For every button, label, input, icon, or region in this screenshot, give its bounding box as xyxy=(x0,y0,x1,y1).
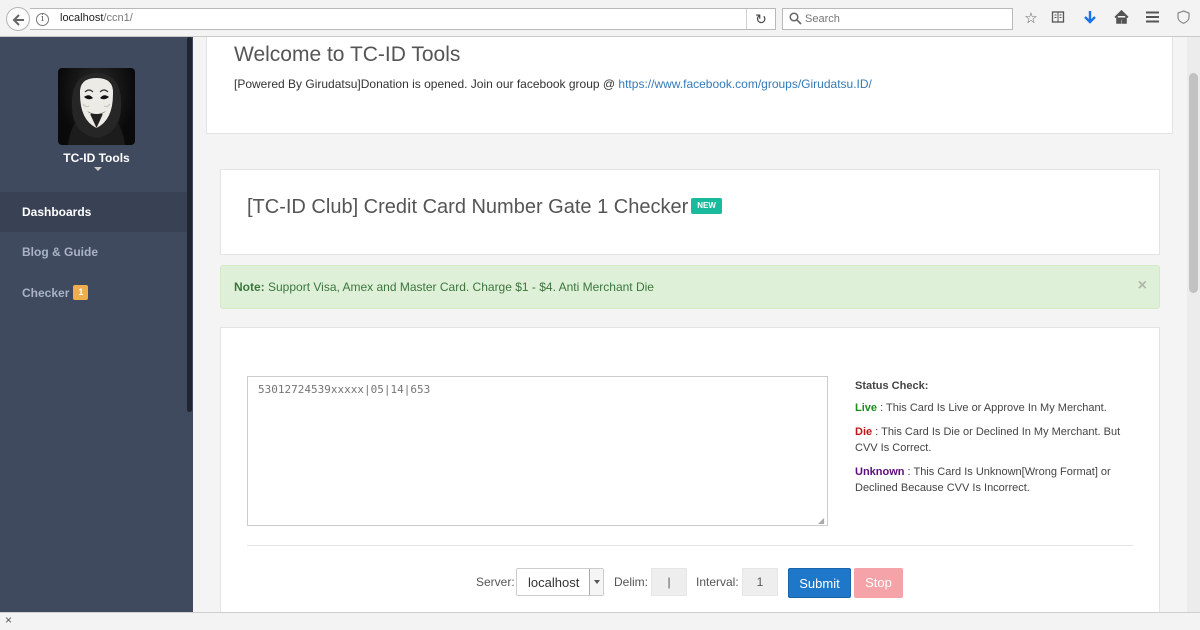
sidebar-item-label: Dashboards xyxy=(22,205,92,219)
welcome-panel: Welcome to TC-ID Tools [Powered By Girud… xyxy=(206,37,1173,134)
page-scrollbar[interactable] xyxy=(1187,37,1200,612)
status-unknown: Unknown : This Card Is Unknown[Wrong For… xyxy=(855,466,1111,494)
status-legend: Status Check: Live : This Card Is Live o… xyxy=(855,378,1140,504)
avatar[interactable] xyxy=(58,68,135,145)
chevron-down-icon[interactable] xyxy=(589,569,603,595)
server-select[interactable]: localhost xyxy=(516,568,604,596)
download-icon[interactable] xyxy=(1081,10,1099,28)
sidebar: TC-ID Tools Dashboards Blog & Guide Chec… xyxy=(0,37,193,612)
url-text[interactable]: localhost/ccn1/ xyxy=(60,12,133,24)
reading-list-icon[interactable] xyxy=(1049,10,1067,28)
url-bar[interactable]: i localhost/ccn1/ ↻ xyxy=(30,8,776,30)
sidebar-item-label: Checker xyxy=(22,286,70,300)
shield-icon[interactable] xyxy=(1174,10,1192,28)
info-icon[interactable]: i xyxy=(36,13,49,26)
bookmark-star-icon[interactable]: ☆ xyxy=(1022,10,1040,28)
browser-search-box[interactable] xyxy=(782,8,1013,30)
sidebar-item-blog-guide[interactable]: Blog & Guide xyxy=(0,232,187,272)
sidebar-item-dashboards[interactable]: Dashboards xyxy=(0,192,187,232)
new-badge: NEW xyxy=(691,197,722,214)
status-die: Die : This Card Is Die or Declined In My… xyxy=(855,426,1121,454)
sidebar-item-checker[interactable]: Checker 1 xyxy=(0,273,187,313)
close-icon[interactable]: × xyxy=(1138,277,1147,295)
sidebar-scrollbar[interactable] xyxy=(187,37,192,412)
menu-icon[interactable] xyxy=(1143,10,1161,28)
main-content: Welcome to TC-ID Tools [Powered By Girud… xyxy=(193,37,1187,612)
browser-toolbar: i localhost/ccn1/ ↻ ☆ xyxy=(0,0,1200,37)
gate-title: [TC-ID Club] Credit Card Number Gate 1 C… xyxy=(247,196,722,219)
divider xyxy=(247,545,1133,546)
search-icon xyxy=(789,12,802,25)
back-button[interactable] xyxy=(6,7,30,31)
card-list-input[interactable] xyxy=(247,376,828,526)
find-bar: × xyxy=(0,612,1200,630)
gate-title-panel: [TC-ID Club] Credit Card Number Gate 1 C… xyxy=(220,169,1160,255)
status-heading: Status Check: xyxy=(855,380,929,392)
chevron-down-icon[interactable] xyxy=(94,167,102,171)
resize-grip-icon[interactable]: ◢ xyxy=(818,516,824,525)
note-text: Note: Support Visa, Amex and Master Card… xyxy=(234,280,654,294)
home-icon[interactable] xyxy=(1112,9,1130,28)
profile-name[interactable]: TC-ID Tools xyxy=(0,151,193,165)
reload-icon[interactable]: ↻ xyxy=(746,9,775,29)
delim-input[interactable]: | xyxy=(651,568,687,596)
submit-button[interactable]: Submit xyxy=(788,568,851,598)
checker-count-badge: 1 xyxy=(73,285,89,301)
scrollbar-thumb[interactable] xyxy=(1189,73,1198,293)
server-label: Server: xyxy=(476,575,515,589)
facebook-group-link[interactable]: https://www.facebook.com/groups/Girudats… xyxy=(618,77,871,91)
welcome-text: [Powered By Girudatsu]Donation is opened… xyxy=(234,77,872,91)
stop-button[interactable]: Stop xyxy=(854,568,903,598)
close-icon[interactable]: × xyxy=(5,613,12,627)
page-title: Welcome to TC-ID Tools xyxy=(234,43,461,66)
interval-input[interactable]: 1 xyxy=(742,568,778,596)
browser-search-input[interactable] xyxy=(805,11,1005,27)
interval-label: Interval: xyxy=(696,575,739,589)
sidebar-item-label: Blog & Guide xyxy=(22,245,98,259)
status-live: Live : This Card Is Live or Approve In M… xyxy=(855,402,1107,414)
delim-label: Delim: xyxy=(614,575,649,589)
mask-avatar-icon xyxy=(68,73,125,145)
back-icon xyxy=(12,14,24,26)
note-alert: Note: Support Visa, Amex and Master Card… xyxy=(220,265,1160,309)
checker-panel: ◢ Status Check: Live : This Card Is Live… xyxy=(220,327,1160,612)
